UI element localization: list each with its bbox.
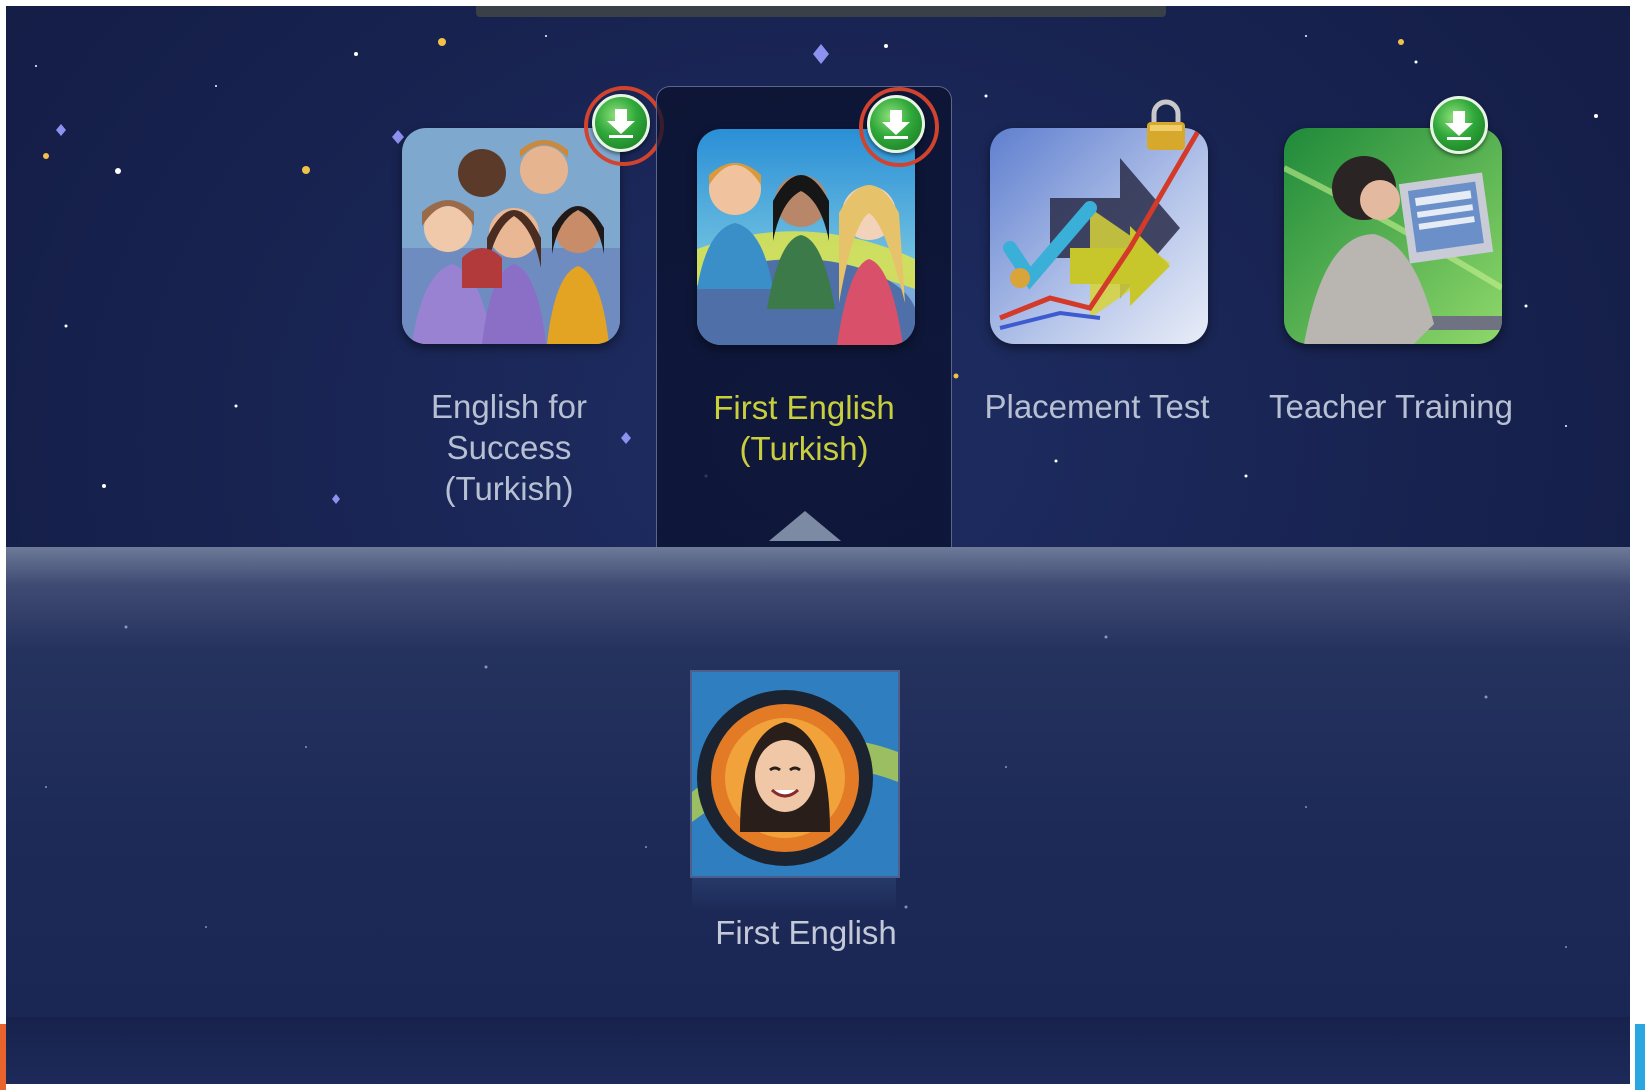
course-label: Teacher Training <box>1269 388 1513 425</box>
lock-icon <box>1147 99 1185 150</box>
students-group-illustration <box>402 128 620 344</box>
chart-arrows-illustration <box>990 128 1208 344</box>
course-card-teacher-training[interactable]: Teacher Training <box>1244 86 1538 546</box>
course-label: Placement Test <box>984 388 1210 425</box>
submenu-item-label: First English <box>715 914 897 951</box>
submenu-item-first-english[interactable] <box>690 670 900 878</box>
course-thumbnail <box>1284 128 1502 344</box>
first-english-avatar-illustration <box>692 672 898 876</box>
left-edge-accent <box>0 1024 6 1090</box>
app-window: English for Success (Turkish) First Engl… <box>6 6 1630 1084</box>
course-label: English for Success (Turkish) <box>431 388 587 507</box>
right-edge-accent <box>1635 1024 1645 1090</box>
download-icon[interactable] <box>867 95 925 153</box>
course-card-first-english-turkish[interactable]: First English (Turkish) <box>656 86 952 547</box>
course-thumbnail <box>402 128 620 344</box>
course-label: First English (Turkish) <box>713 389 895 467</box>
thumbnail-reflection <box>692 876 896 912</box>
download-icon[interactable] <box>1430 96 1488 154</box>
selection-pointer <box>769 511 841 541</box>
course-card-english-for-success[interactable]: English for Success (Turkish) <box>362 86 664 546</box>
download-icon[interactable] <box>592 94 650 152</box>
top-handle-bar <box>476 6 1166 17</box>
course-thumbnail <box>990 128 1208 344</box>
course-card-placement-test[interactable]: Placement Test <box>950 86 1244 546</box>
teacher-computer-illustration <box>1284 128 1502 344</box>
bottom-strip <box>6 1017 1630 1084</box>
